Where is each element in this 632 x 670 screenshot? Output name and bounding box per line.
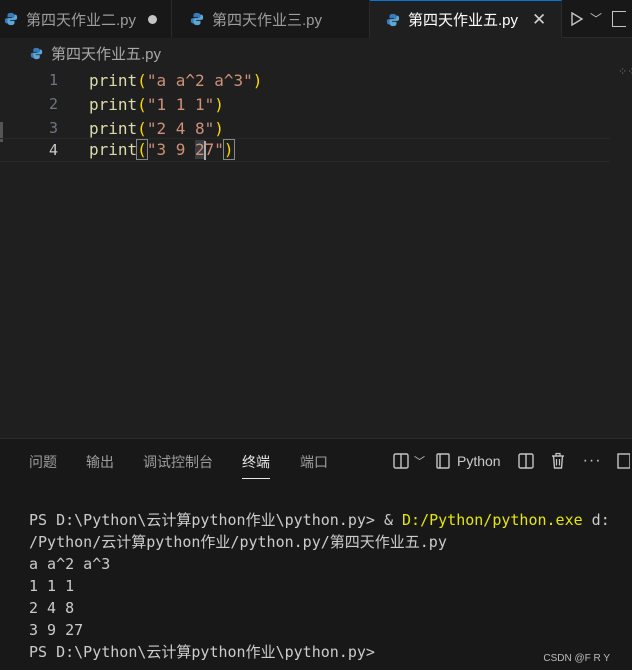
paren: )	[214, 118, 224, 138]
editor-tab-bar: 第四天作业二.py 第四天作业三.py 第四天作业五.py ✕ ﹀	[0, 0, 632, 38]
line-number: 1	[48, 71, 58, 89]
python-file-icon	[190, 12, 204, 26]
function-name: print	[89, 140, 138, 159]
terminal-shell-icon	[436, 453, 450, 469]
tab-day4-hw3[interactable]: 第四天作业三.py	[172, 0, 370, 38]
tab-label: 第四天作业三.py	[212, 11, 323, 29]
panel-actions: ﹀ Python ···	[392, 449, 630, 473]
terminal-arg: d:	[582, 511, 610, 529]
line-number: 4	[48, 141, 58, 159]
paren-matched: )	[222, 139, 235, 160]
terminal-line: a a^2 a^3	[29, 555, 111, 573]
bottom-panel: 问题 输出 调试控制台 终端 端口 ﹀ Python ··· PS D:\Pyt…	[0, 438, 632, 670]
chevron-down-icon[interactable]: ﹀	[590, 10, 602, 27]
split-pane-icon[interactable]	[517, 452, 535, 470]
line-number: 3	[48, 119, 58, 137]
string-literal: "3 9	[146, 140, 195, 159]
run-icon[interactable]	[570, 11, 584, 26]
code-text: print("3 9 27")	[89, 139, 235, 160]
close-icon[interactable]: ✕	[532, 10, 546, 30]
python-file-icon	[386, 13, 400, 26]
unsaved-dot-icon[interactable]	[148, 14, 158, 24]
terminal-command: D:/Python/python.exe	[402, 511, 583, 529]
terminal-line: 1 1 1	[29, 577, 75, 595]
paren: )	[252, 70, 263, 90]
function-name: print	[89, 94, 138, 114]
maximize-panel-icon[interactable]	[616, 452, 630, 470]
string-literal: "a a^2 a^3"	[146, 70, 253, 90]
minimap[interactable]: ⁘⁘⁘	[618, 65, 632, 79]
breadcrumb[interactable]: 第四天作业五.py	[0, 38, 632, 68]
string-literal: "1 1 1"	[146, 94, 215, 114]
terminal-line: /Python/云计算python作业/python.py/第四天作业五.py	[29, 533, 447, 551]
shell-label[interactable]: Python	[457, 453, 501, 469]
code-line[interactable]: 3 print("2 4 8")	[0, 116, 610, 140]
code-editor[interactable]: ⁘⁘⁘ 1 print("a a^2 a^3") 2 print("1 1 1"…	[0, 65, 632, 438]
split-terminal-icon[interactable]	[392, 452, 410, 470]
terminal-line: 2 4 8	[29, 599, 75, 617]
line-number: 2	[48, 95, 58, 113]
code-text: print("a a^2 a^3")	[89, 71, 262, 90]
paren: )	[214, 94, 224, 114]
paren: (	[137, 94, 147, 114]
terminal-line: 3 9 27	[29, 621, 84, 639]
terminal-line: PS D:\Python\云计算python作业\python.py> & D:…	[29, 509, 610, 531]
more-actions-icon[interactable]: ···	[583, 452, 602, 470]
terminal-output[interactable]: PS D:\Python\云计算python作业\python.py> & D:…	[29, 509, 610, 663]
function-name: print	[89, 70, 138, 90]
tab-day4-hw2[interactable]: 第四天作业二.py	[0, 0, 172, 38]
editor-actions: ﹀	[562, 0, 627, 37]
breadcrumb-file: 第四天作业五.py	[51, 45, 162, 63]
code-line[interactable]: 1 print("a a^2 a^3")	[0, 68, 610, 92]
tab-label: 第四天作业二.py	[26, 11, 137, 29]
python-file-icon	[30, 47, 43, 59]
code-line-current[interactable]: 4 print("3 9 27")	[0, 138, 610, 162]
tab-output[interactable]: 输出	[86, 452, 114, 472]
tab-debug-console[interactable]: 调试控制台	[143, 452, 213, 472]
paren: (	[137, 118, 147, 138]
code-line[interactable]: 2 print("1 1 1")	[0, 92, 610, 116]
trash-icon[interactable]	[549, 452, 567, 470]
chevron-down-icon[interactable]: ﹀	[414, 453, 425, 469]
tab-label: 第四天作业五.py	[408, 12, 519, 29]
python-file-icon	[4, 12, 18, 26]
tab-day4-hw5[interactable]: 第四天作业五.py ✕	[370, 0, 562, 38]
tab-terminal[interactable]: 终端	[242, 452, 270, 479]
watermark: CSDN @F R Y	[543, 653, 610, 664]
function-name: print	[89, 118, 138, 138]
terminal-line: PS D:\Python\云计算python作业\python.py>	[29, 643, 375, 661]
paren-matched: (	[136, 139, 148, 160]
code-text: print("1 1 1")	[89, 95, 224, 114]
tab-problems[interactable]: 问题	[29, 452, 57, 472]
paren: (	[137, 70, 147, 90]
tab-ports[interactable]: 端口	[300, 452, 328, 472]
string-literal: 7"	[204, 140, 224, 159]
terminal-prompt: PS D:\Python\云计算python作业\python.py> &	[29, 511, 403, 529]
code-text: print("2 4 8")	[89, 119, 224, 138]
string-literal: "2 4 8"	[146, 118, 215, 138]
split-editor-icon[interactable]	[612, 10, 627, 27]
